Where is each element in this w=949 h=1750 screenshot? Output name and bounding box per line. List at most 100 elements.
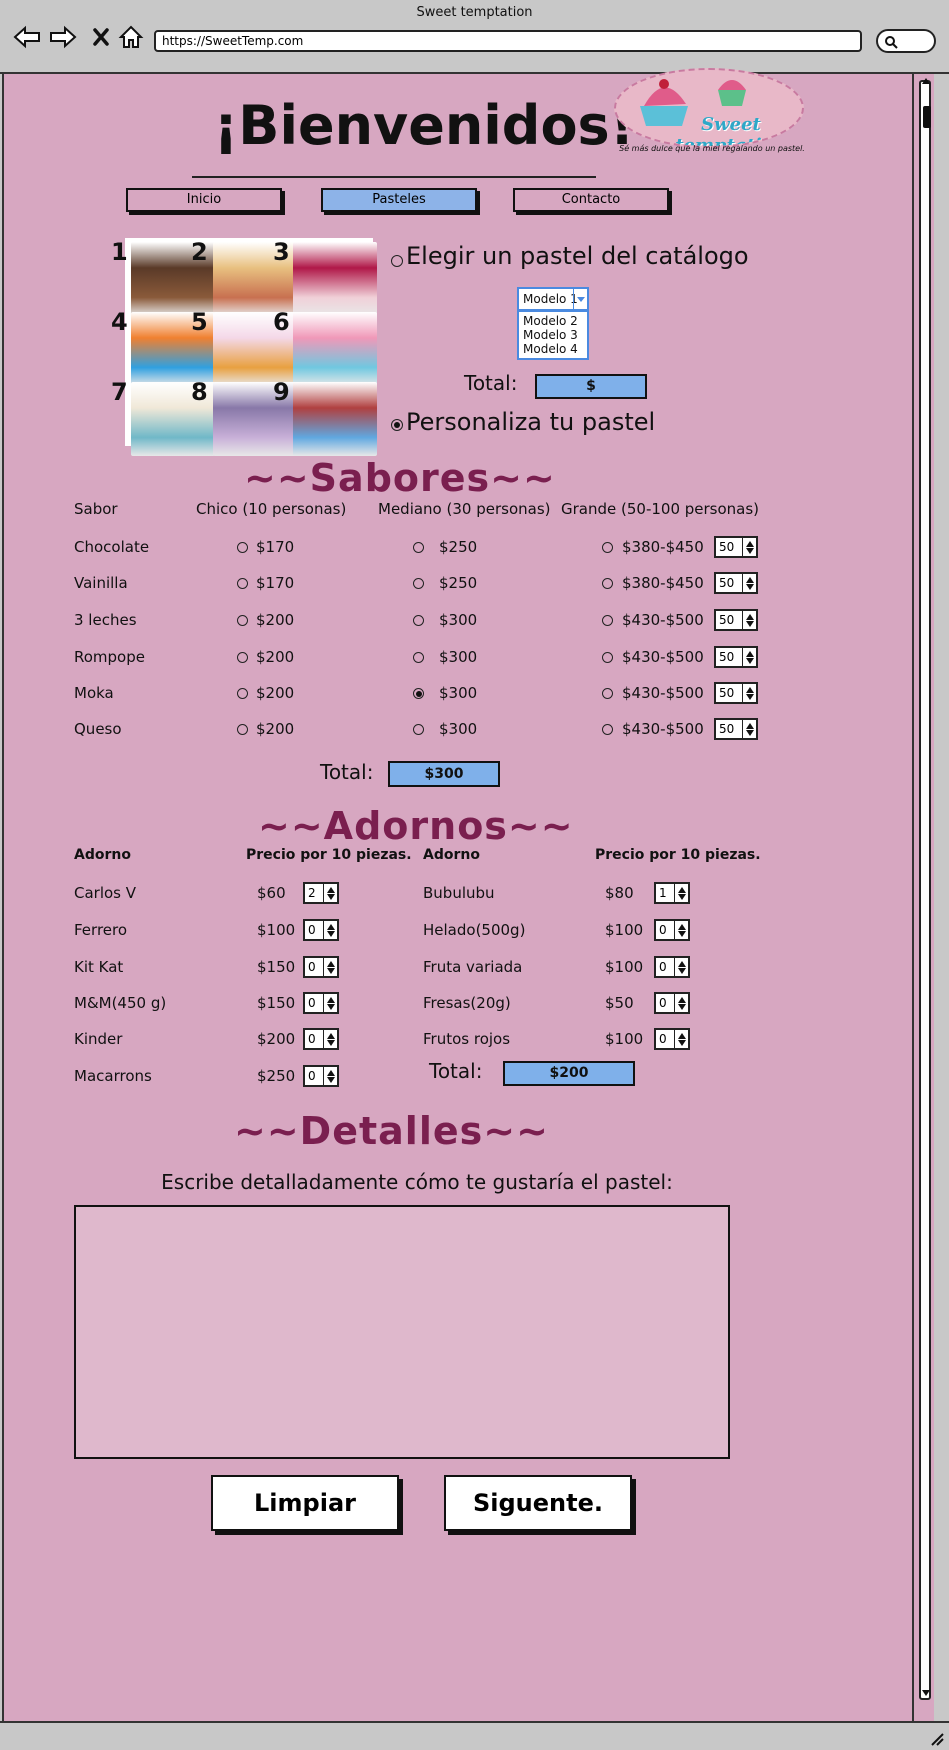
- arrow-down-icon[interactable]: [745, 657, 754, 664]
- arrow-up-icon[interactable]: [326, 1069, 335, 1076]
- flavor-radio-medium[interactable]: [413, 724, 424, 735]
- stepper-arrows[interactable]: [674, 994, 688, 1012]
- arrow-up-icon[interactable]: [677, 923, 686, 930]
- flavor-radio-medium[interactable]: [413, 652, 424, 663]
- arrow-down-icon[interactable]: [326, 893, 335, 900]
- arrow-up-icon[interactable]: [326, 960, 335, 967]
- decoration-qty-stepper[interactable]: 0: [303, 919, 339, 941]
- stepper-arrows[interactable]: [742, 648, 756, 666]
- quantity-stepper[interactable]: 50: [714, 536, 758, 558]
- arrow-down-icon[interactable]: [326, 1003, 335, 1010]
- scroll-track[interactable]: [919, 78, 931, 1700]
- arrow-up-icon[interactable]: [745, 686, 754, 693]
- address-bar[interactable]: https://SweetTemp.com: [154, 30, 862, 52]
- stepper-arrows[interactable]: [323, 994, 337, 1012]
- arrow-up-icon[interactable]: [677, 996, 686, 1003]
- arrow-down-icon[interactable]: [745, 583, 754, 590]
- stepper-arrows[interactable]: [742, 684, 756, 702]
- arrow-up-icon[interactable]: [745, 576, 754, 583]
- decoration-qty-stepper[interactable]: 2: [303, 882, 339, 904]
- decoration-qty-stepper[interactable]: 0: [303, 1028, 339, 1050]
- model-option[interactable]: Modelo 4: [523, 342, 583, 356]
- flavor-radio-small[interactable]: [237, 615, 248, 626]
- model-select[interactable]: Modelo 1: [517, 287, 589, 311]
- flavor-radio-large[interactable]: [602, 652, 613, 663]
- flavor-radio-large[interactable]: [602, 615, 613, 626]
- stepper-arrows[interactable]: [742, 720, 756, 738]
- flavor-radio-medium[interactable]: [413, 688, 424, 699]
- flavor-radio-large[interactable]: [602, 542, 613, 553]
- quantity-stepper[interactable]: 50: [714, 572, 758, 594]
- flavor-radio-small[interactable]: [237, 652, 248, 663]
- cake-image-9[interactable]: [293, 382, 377, 456]
- arrow-down-icon[interactable]: [745, 693, 754, 700]
- arrow-down-icon[interactable]: [326, 1076, 335, 1083]
- back-arrow-icon[interactable]: [12, 22, 42, 52]
- arrow-up-icon[interactable]: [745, 613, 754, 620]
- arrow-up-icon[interactable]: [326, 886, 335, 893]
- arrow-down-icon[interactable]: [745, 620, 754, 627]
- flavor-radio-large[interactable]: [602, 688, 613, 699]
- stepper-arrows[interactable]: [674, 958, 688, 976]
- stepper-arrows[interactable]: [323, 921, 337, 939]
- flavor-radio-small[interactable]: [237, 688, 248, 699]
- arrow-up-icon[interactable]: [745, 540, 754, 547]
- arrow-up-icon[interactable]: [326, 923, 335, 930]
- flavor-radio-small[interactable]: [237, 578, 248, 589]
- scroll-down-icon[interactable]: [922, 1690, 930, 1696]
- quantity-stepper[interactable]: 50: [714, 646, 758, 668]
- cake-image-3[interactable]: [293, 242, 377, 316]
- decoration-qty-stepper[interactable]: 0: [303, 992, 339, 1014]
- model-option[interactable]: Modelo 2: [523, 314, 583, 328]
- arrow-down-icon[interactable]: [745, 547, 754, 554]
- vertical-scrollbar[interactable]: [912, 74, 934, 1721]
- nav-pasteles-button[interactable]: Pasteles: [321, 188, 477, 212]
- flavor-radio-large[interactable]: [602, 578, 613, 589]
- flavor-radio-medium[interactable]: [413, 578, 424, 589]
- arrow-up-icon[interactable]: [326, 1032, 335, 1039]
- home-icon[interactable]: [116, 22, 146, 52]
- arrow-down-icon[interactable]: [326, 930, 335, 937]
- decoration-qty-stepper[interactable]: 0: [303, 956, 339, 978]
- decoration-qty-stepper[interactable]: 0: [654, 1028, 690, 1050]
- decoration-qty-stepper[interactable]: 0: [654, 992, 690, 1014]
- radio-catalog[interactable]: [391, 255, 403, 267]
- stop-icon[interactable]: [86, 22, 116, 52]
- scroll-thumb[interactable]: [923, 106, 931, 128]
- browser-search-field[interactable]: [876, 29, 936, 53]
- forward-arrow-icon[interactable]: [48, 22, 78, 52]
- clear-button[interactable]: Limpiar: [211, 1475, 399, 1531]
- stepper-arrows[interactable]: [674, 1030, 688, 1048]
- flavor-radio-medium[interactable]: [413, 615, 424, 626]
- arrow-down-icon[interactable]: [326, 1039, 335, 1046]
- radio-custom[interactable]: [391, 419, 403, 431]
- stepper-arrows[interactable]: [742, 574, 756, 592]
- decoration-qty-stepper[interactable]: 1: [654, 882, 690, 904]
- stepper-arrows[interactable]: [674, 884, 688, 902]
- arrow-up-icon[interactable]: [326, 996, 335, 1003]
- arrow-down-icon[interactable]: [745, 729, 754, 736]
- decoration-qty-stepper[interactable]: 0: [654, 956, 690, 978]
- arrow-up-icon[interactable]: [745, 722, 754, 729]
- arrow-up-icon[interactable]: [677, 886, 686, 893]
- stepper-arrows[interactable]: [323, 884, 337, 902]
- flavor-radio-small[interactable]: [237, 542, 248, 553]
- flavor-radio-small[interactable]: [237, 724, 248, 735]
- stepper-arrows[interactable]: [742, 538, 756, 556]
- arrow-up-icon[interactable]: [745, 650, 754, 657]
- stepper-arrows[interactable]: [323, 1067, 337, 1085]
- scroll-up-icon[interactable]: [922, 78, 930, 84]
- decoration-qty-stepper[interactable]: 0: [654, 919, 690, 941]
- arrow-up-icon[interactable]: [677, 960, 686, 967]
- cake-image-6[interactable]: [293, 312, 377, 386]
- stepper-arrows[interactable]: [742, 611, 756, 629]
- arrow-up-icon[interactable]: [677, 1032, 686, 1039]
- stepper-arrows[interactable]: [323, 958, 337, 976]
- quantity-stepper[interactable]: 50: [714, 718, 758, 740]
- arrow-down-icon[interactable]: [677, 930, 686, 937]
- next-button[interactable]: Siguente.: [444, 1475, 632, 1531]
- arrow-down-icon[interactable]: [326, 967, 335, 974]
- quantity-stepper[interactable]: 50: [714, 682, 758, 704]
- arrow-down-icon[interactable]: [677, 1003, 686, 1010]
- quantity-stepper[interactable]: 50: [714, 609, 758, 631]
